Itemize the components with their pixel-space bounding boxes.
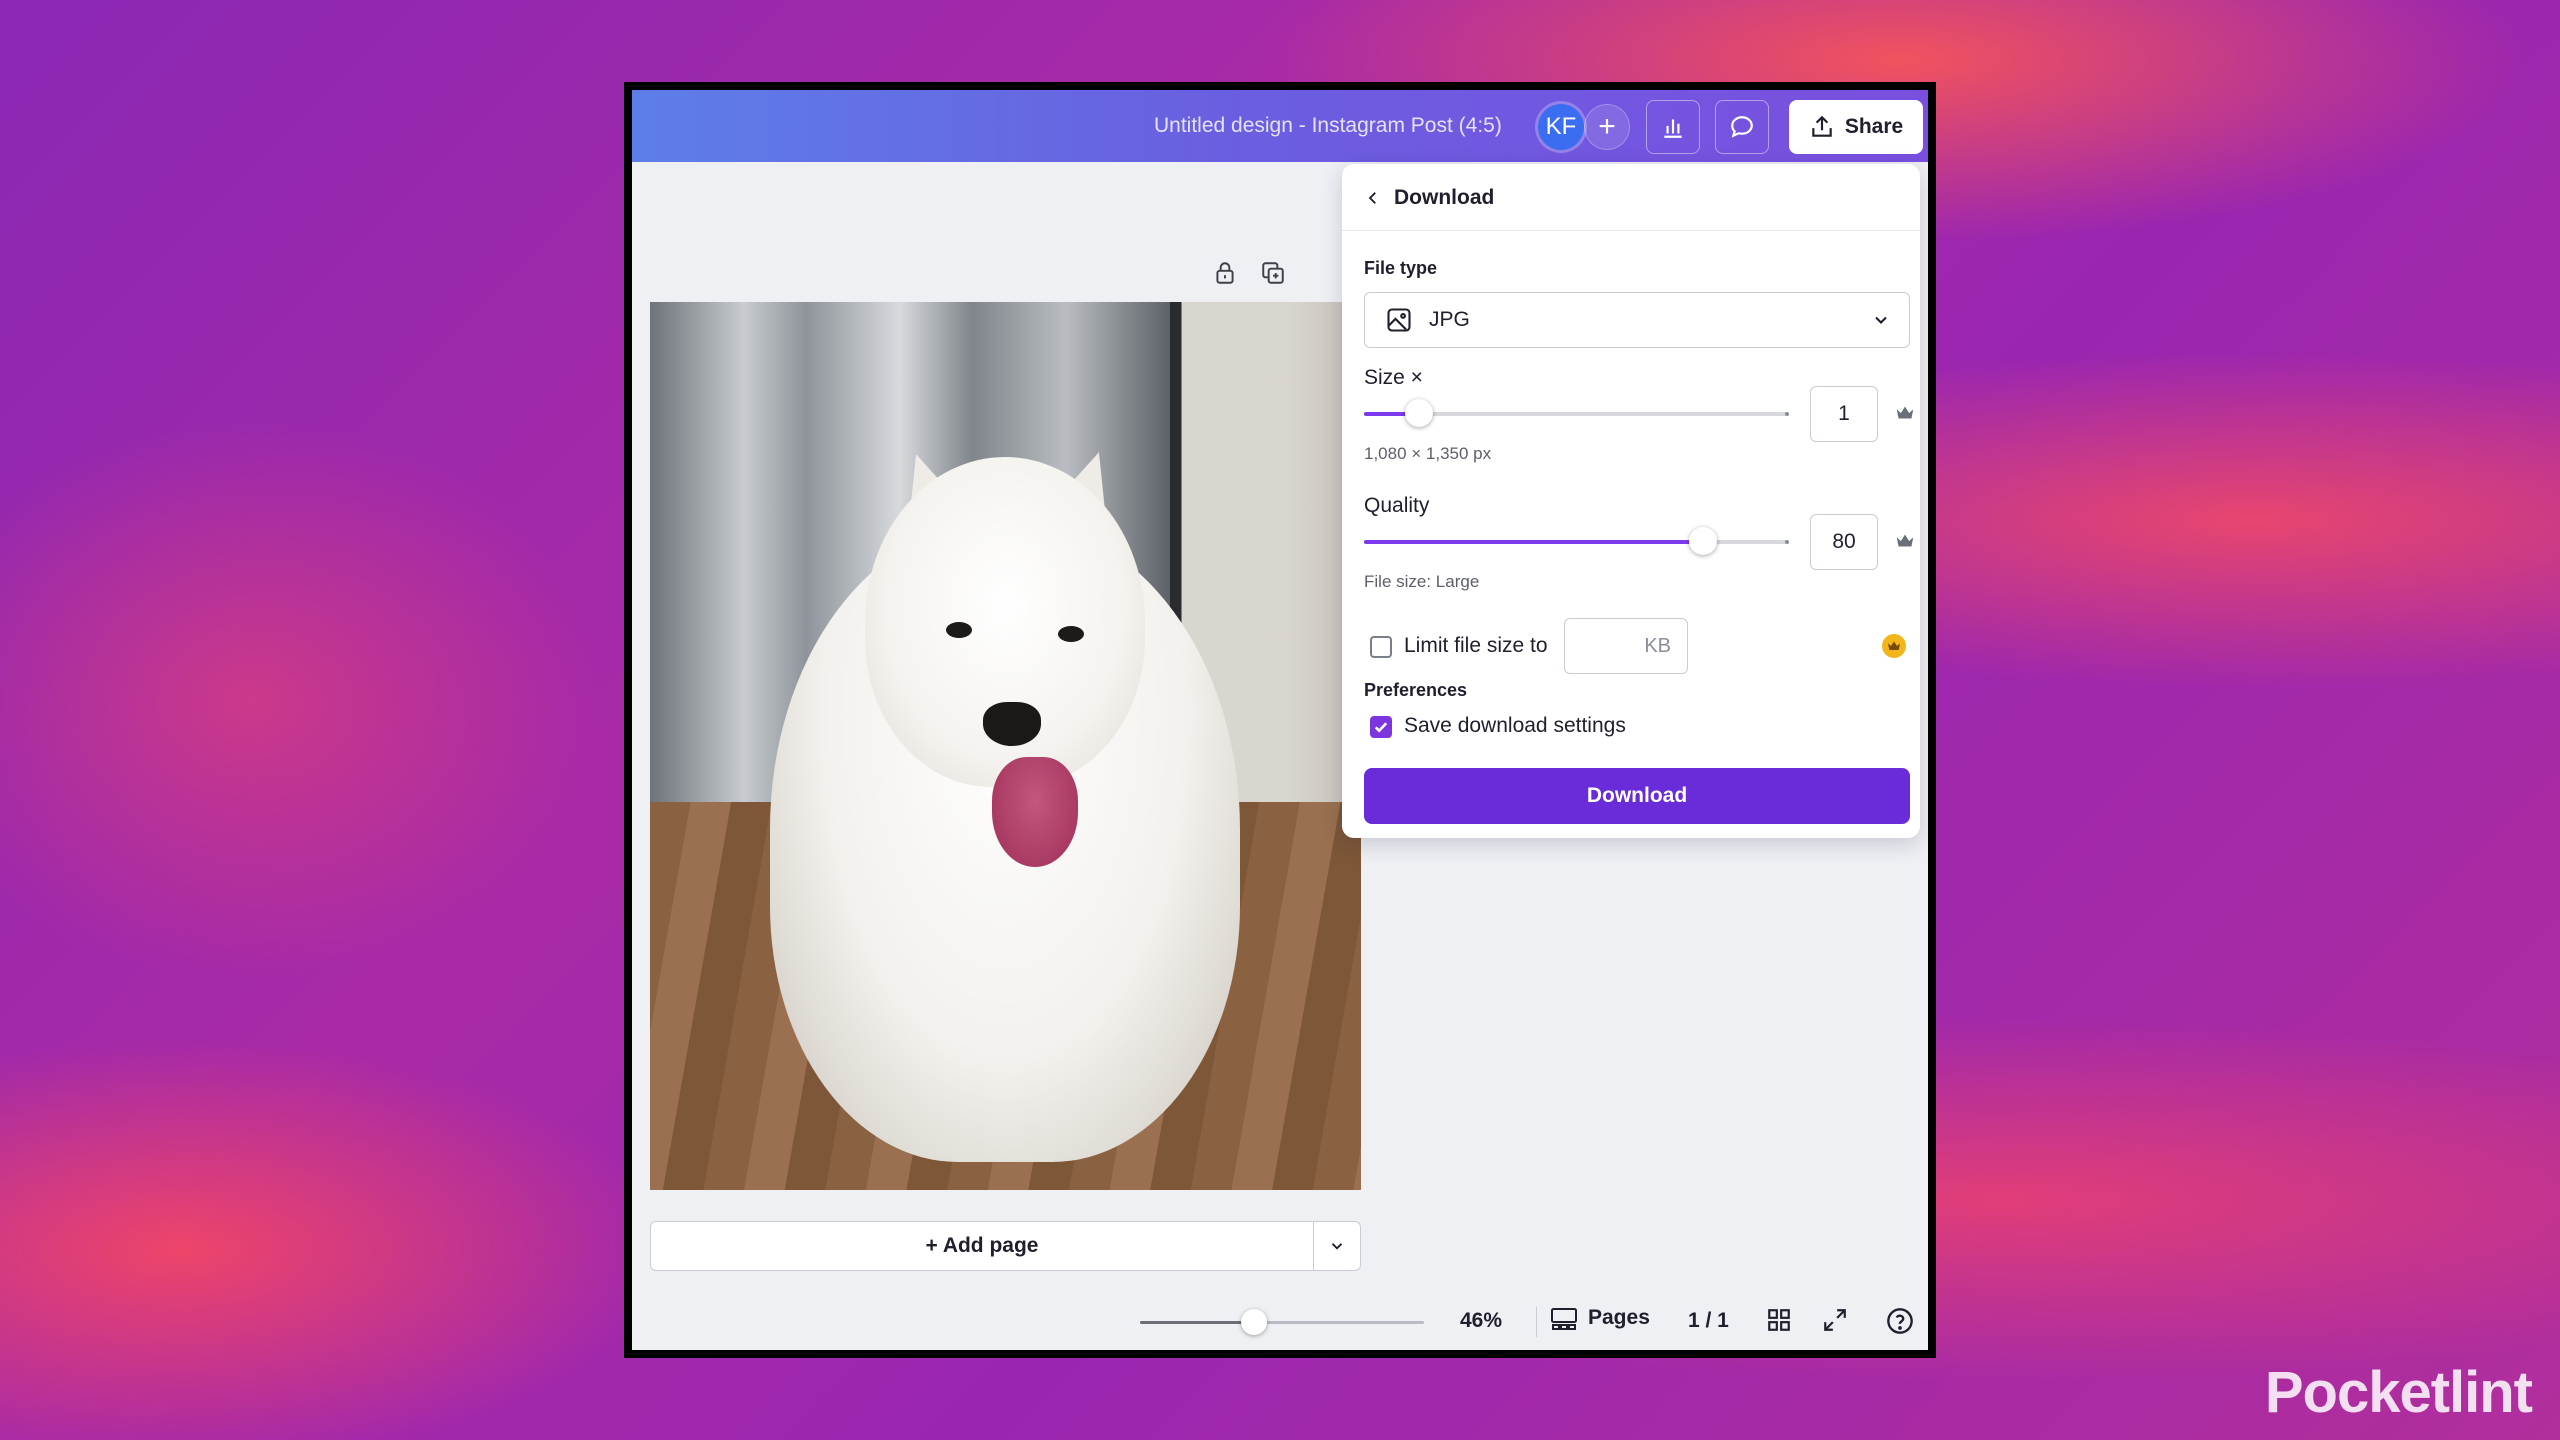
quality-slider-end <box>1785 540 1789 544</box>
page-counter: 1 / 1 <box>1688 1309 1729 1332</box>
insights-button[interactable] <box>1646 100 1700 154</box>
crown-icon <box>1894 530 1916 552</box>
download-panel-header: Download <box>1342 164 1920 231</box>
share-upload-icon <box>1812 115 1832 137</box>
fullscreen-icon[interactable] <box>1822 1307 1848 1333</box>
size-slider-end <box>1785 412 1789 416</box>
add-page-menu-button[interactable] <box>1313 1221 1361 1271</box>
design-photo-samoyed[interactable] <box>650 302 1361 1190</box>
photo-dog-eye-right <box>1058 626 1084 642</box>
photo-dog-eye-left <box>946 622 972 638</box>
grid-view-icon[interactable] <box>1766 1307 1792 1333</box>
quality-slider-fill <box>1364 540 1704 544</box>
zoom-slider-fill <box>1140 1321 1254 1324</box>
document-title[interactable]: Untitled design - Instagram Post (4:5) <box>1154 90 1502 162</box>
size-slider-handle[interactable] <box>1405 399 1434 427</box>
preferences-label: Preferences <box>1364 680 1468 700</box>
duplicate-icon[interactable] <box>1260 260 1286 286</box>
photo-dog-nose <box>983 702 1041 746</box>
size-label: Size × <box>1364 366 1423 389</box>
bar-chart-icon <box>1664 119 1682 138</box>
save-download-settings-label: Save download settings <box>1404 714 1626 737</box>
file-size-limit-input[interactable]: KB <box>1564 618 1688 674</box>
photo-dog-tongue <box>992 757 1078 867</box>
quality-input[interactable]: 80 <box>1810 514 1878 570</box>
limit-file-size-checkbox[interactable] <box>1370 636 1392 658</box>
chevron-left-icon <box>1368 192 1376 204</box>
element-toolbar <box>1212 260 1286 286</box>
chevron-down-icon <box>1331 1243 1343 1250</box>
pages-icon <box>1551 1308 1577 1330</box>
premium-crown-icon <box>1882 634 1906 658</box>
add-collaborator-button[interactable]: + <box>1584 104 1630 150</box>
zoom-slider[interactable] <box>1140 1309 1424 1335</box>
file-type-select[interactable]: JPG <box>1364 292 1910 348</box>
divider <box>1536 1307 1537 1337</box>
file-size-text: File size: Large <box>1364 572 1480 591</box>
dimensions-text: 1,080 × 1,350 px <box>1364 444 1492 463</box>
download-button[interactable]: Download <box>1364 768 1910 824</box>
file-type-value: JPG <box>1429 308 1470 331</box>
canva-editor: Untitled design - Instagram Post (4:5) K… <box>632 90 1928 1350</box>
quality-slider-handle[interactable] <box>1689 527 1718 555</box>
zoom-percentage[interactable]: 46% <box>1460 1309 1502 1333</box>
comments-button[interactable] <box>1715 100 1769 154</box>
user-avatar[interactable]: KF <box>1538 104 1584 150</box>
quality-slider[interactable] <box>1364 527 1789 555</box>
help-icon[interactable] <box>1886 1307 1914 1335</box>
download-panel-title: Download <box>1394 186 1495 209</box>
size-input[interactable]: 1 <box>1810 386 1878 442</box>
share-label: Share <box>1844 115 1904 138</box>
lock-icon[interactable] <box>1212 260 1238 286</box>
quality-label: Quality <box>1364 494 1430 517</box>
back-button[interactable]: Download <box>1364 186 1494 210</box>
top-bar: Untitled design - Instagram Post (4:5) K… <box>632 90 1928 162</box>
pages-label: Pages <box>1588 1306 1650 1329</box>
limit-file-size-label: Limit file size to <box>1404 634 1548 657</box>
checkmark-icon <box>1374 722 1388 733</box>
comment-icon <box>1731 116 1753 138</box>
file-type-label: File type <box>1364 258 1438 278</box>
image-icon <box>1387 308 1411 332</box>
share-button[interactable]: Share <box>1789 100 1923 154</box>
bottom-bar: 46% Pages 1 / 1 <box>632 1295 1928 1350</box>
pages-button[interactable]: Pages <box>1550 1305 1650 1331</box>
zoom-slider-handle[interactable] <box>1240 1309 1267 1335</box>
size-slider[interactable] <box>1364 399 1789 427</box>
pocketlint-watermark: Pocketlint <box>2264 1360 2533 1425</box>
screenshot-frame: Untitled design - Instagram Post (4:5) K… <box>624 82 1936 1358</box>
save-download-settings-checkbox[interactable] <box>1370 716 1392 738</box>
add-page-button[interactable]: + Add page <box>650 1221 1314 1271</box>
download-panel: Download File type JPG Size × 1 1,080 × … <box>1342 164 1920 838</box>
chevron-down-icon <box>1871 310 1891 330</box>
crown-icon <box>1894 402 1916 424</box>
